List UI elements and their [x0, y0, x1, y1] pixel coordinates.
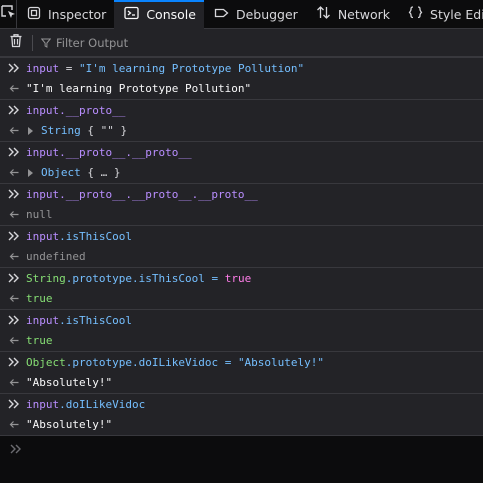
console-input-row: input = "I'm learning Prototype Pollutio…: [0, 57, 483, 78]
trash-icon: [9, 33, 23, 52]
input-expression: input: [26, 229, 60, 243]
tab-console-label: Console: [146, 6, 196, 22]
chevron-double-right-icon: [0, 189, 26, 199]
input-property: .isThisCool: [59, 229, 132, 243]
console-input-row: input .isThisCool: [0, 309, 483, 330]
console-result-row: true: [0, 330, 483, 351]
console-result-row: true: [0, 288, 483, 309]
chevron-double-right-icon: [0, 399, 26, 409]
input-property: .doILikeVidoc: [59, 397, 146, 411]
console-input-row: input .isThisCool: [0, 225, 483, 246]
tab-style-editor[interactable]: Style Editor: [398, 0, 483, 29]
input-expression: input: [26, 61, 60, 75]
input-keyword: true: [224, 271, 252, 285]
element-picker-icon: [0, 4, 16, 24]
filter-icon: [40, 33, 52, 52]
input-expression: input: [26, 397, 60, 411]
tab-style-editor-label: Style Editor: [430, 6, 483, 22]
chevron-double-right-icon: [0, 63, 26, 73]
object-preview: { … }: [87, 166, 121, 179]
clear-console-button[interactable]: [0, 33, 32, 52]
tab-inspector-label: Inspector: [48, 6, 107, 22]
result-value: true: [26, 292, 53, 305]
arrow-left-icon: [0, 252, 26, 261]
result-value: "I'm learning Prototype Pollution": [26, 82, 252, 95]
input-string: "I'm learning Prototype Pollution": [79, 61, 305, 75]
expand-triangle-icon: [28, 168, 33, 177]
chevron-double-right-icon: [0, 444, 32, 454]
input-string: "Absolutely!": [237, 355, 325, 369]
input-expression: input.__proto__.__proto__: [26, 145, 192, 159]
object-type: String: [41, 124, 81, 137]
chevron-double-right-icon: [0, 315, 26, 325]
result-value: "Absolutely!": [26, 376, 113, 389]
object-preview-toggle[interactable]: Object { … }: [26, 166, 121, 179]
debugger-icon: [214, 6, 236, 23]
console-result-row: "Absolutely!": [0, 372, 483, 393]
arrow-left-icon: [0, 84, 26, 93]
console-result-row: "Absolutely!": [0, 414, 483, 435]
input-expression: input.__proto__.__proto__.__proto__: [26, 187, 258, 201]
console-result-row: "I'm learning Prototype Pollution": [0, 78, 483, 99]
input-expression: input.__proto__: [26, 103, 126, 117]
devtools-tabbar: Inspector Console Debugger Network Style…: [0, 0, 483, 29]
arrow-left-icon: [0, 294, 26, 303]
result-value: null: [26, 208, 53, 221]
element-picker-button[interactable]: [0, 0, 17, 29]
object-preview: { "" }: [87, 124, 128, 137]
chevron-double-right-icon: [0, 357, 26, 367]
console-input-row: input.__proto__.__proto__: [0, 141, 483, 162]
console-input-row: String .prototype.isThisCool = true: [0, 267, 483, 288]
arrow-left-icon: [0, 168, 26, 177]
tab-network-label: Network: [337, 6, 391, 22]
input-global: String: [26, 271, 66, 285]
result-value: undefined: [26, 250, 86, 263]
input-expression: .prototype.isThisCool =: [65, 271, 225, 285]
console-result-row: String { "" }: [0, 120, 483, 141]
result-value: "Absolutely!": [26, 418, 113, 431]
console-result-row: Object { … }: [0, 162, 483, 183]
object-type: Object: [41, 166, 81, 179]
filter-output-input[interactable]: [56, 35, 356, 50]
tab-debugger-label: Debugger: [235, 6, 298, 22]
tab-inspector[interactable]: Inspector: [17, 0, 114, 29]
chevron-double-right-icon: [0, 231, 26, 241]
console-input-row: Object .prototype.doILikeVidoc = "Absolut…: [0, 351, 483, 372]
arrow-left-icon: [0, 336, 26, 345]
console-input-area[interactable]: [0, 461, 483, 483]
console-result-row: undefined: [0, 246, 483, 267]
network-icon: [316, 5, 338, 23]
arrow-left-icon: [0, 210, 26, 219]
chevron-double-right-icon: [0, 105, 26, 115]
style-editor-icon: [408, 5, 430, 23]
chevron-double-right-icon: [0, 273, 26, 283]
toolbar-separator: [32, 34, 33, 51]
console-filter-bar: [0, 29, 483, 57]
console-result-row: null: [0, 204, 483, 225]
expand-triangle-icon: [28, 126, 33, 135]
arrow-left-icon: [0, 420, 26, 429]
chevron-double-right-icon: [0, 147, 26, 157]
console-output: input = "I'm learning Prototype Pollutio…: [0, 57, 483, 435]
console-icon: [124, 6, 146, 23]
tab-console[interactable]: Console: [114, 0, 204, 29]
object-preview-toggle[interactable]: String { "" }: [26, 124, 127, 137]
inspector-icon: [27, 6, 48, 23]
result-value: true: [26, 334, 53, 347]
input-expression: input: [26, 313, 60, 327]
console-input-prompt[interactable]: [0, 435, 483, 461]
console-input-row: input.__proto__: [0, 99, 483, 120]
input-operator: =: [59, 61, 79, 75]
filter-output-box: [40, 33, 356, 52]
tab-debugger[interactable]: Debugger: [204, 0, 306, 29]
arrow-left-icon: [0, 126, 26, 135]
input-global: Object: [26, 355, 66, 369]
input-expression: .prototype.doILikeVidoc =: [65, 355, 238, 369]
console-input-row: input .doILikeVidoc: [0, 393, 483, 414]
tab-network[interactable]: Network: [306, 0, 398, 29]
input-property: .isThisCool: [59, 313, 132, 327]
console-input-row: input.__proto__.__proto__.__proto__: [0, 183, 483, 204]
arrow-left-icon: [0, 378, 26, 387]
